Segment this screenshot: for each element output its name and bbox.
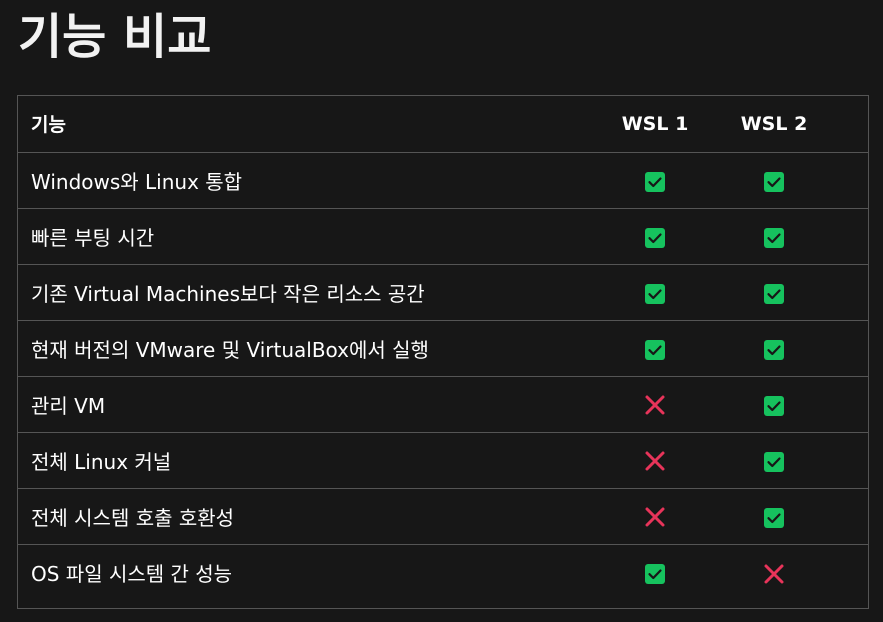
row-spacer: [834, 208, 868, 265]
wsl1-support-cell: [596, 264, 714, 321]
check-mark-icon: [645, 171, 665, 192]
check-mark-icon: [764, 451, 784, 472]
row-spacer: [834, 320, 868, 377]
feature-name: 기존 Virtual Machines보다 작은 리소스 공간: [18, 264, 596, 321]
page-title: 기능 비교: [18, 9, 212, 65]
feature-name: 전체 시스템 호출 호환성: [18, 488, 596, 545]
row-spacer: [834, 264, 868, 321]
row-spacer: [834, 488, 868, 545]
row-spacer: [834, 544, 868, 600]
check-mark-icon: [764, 395, 784, 416]
wsl1-support-cell: [596, 208, 714, 265]
row-spacer: [834, 376, 868, 433]
feature-name: 빠른 부팅 시간: [18, 208, 596, 265]
feature-name: 관리 VM: [18, 376, 596, 433]
check-mark-icon: [645, 283, 665, 304]
table-row: OS 파일 시스템 간 성능: [18, 544, 868, 600]
check-mark-icon: [764, 227, 784, 248]
check-mark-icon: [645, 339, 665, 360]
table-row: 기존 Virtual Machines보다 작은 리소스 공간: [18, 264, 868, 321]
feature-name: Windows와 Linux 통합: [18, 152, 596, 209]
wsl1-support-cell: [596, 320, 714, 377]
wsl1-support-cell: [596, 488, 714, 545]
wsl1-support-cell: [596, 152, 714, 209]
table-row: Windows와 Linux 통합: [18, 152, 868, 209]
cross-mark-icon: [644, 394, 666, 416]
header-wsl1: WSL 1: [596, 96, 714, 153]
table-row: 전체 Linux 커널: [18, 432, 868, 489]
table-row: 빠른 부팅 시간: [18, 208, 868, 265]
table-header-row: 기능 WSL 1 WSL 2: [18, 96, 868, 153]
check-mark-icon: [645, 227, 665, 248]
wsl1-support-cell: [596, 376, 714, 433]
wsl1-support-cell: [596, 544, 714, 600]
check-mark-icon: [764, 283, 784, 304]
check-mark-icon: [764, 339, 784, 360]
wsl2-support-cell: [714, 264, 834, 321]
wsl2-support-cell: [714, 320, 834, 377]
table-row: 관리 VM: [18, 376, 868, 433]
wsl1-support-cell: [596, 432, 714, 489]
wsl2-support-cell: [714, 376, 834, 433]
wsl2-support-cell: [714, 432, 834, 489]
wsl2-support-cell: [714, 208, 834, 265]
header-wsl2: WSL 2: [714, 96, 834, 153]
feature-name: 전체 Linux 커널: [18, 432, 596, 489]
cross-mark-icon: [763, 563, 785, 585]
row-spacer: [834, 432, 868, 489]
cross-mark-icon: [644, 450, 666, 472]
check-mark-icon: [764, 171, 784, 192]
feature-name: OS 파일 시스템 간 성능: [31, 561, 233, 586]
check-mark-icon: [764, 507, 784, 528]
wsl2-support-cell: [714, 152, 834, 209]
feature-name: 현재 버전의 VMware 및 VirtualBox에서 실행: [18, 320, 596, 377]
comparison-table: 기능 WSL 1 WSL 2 Windows와 Linux 통합 빠른 부팅 시간…: [17, 95, 869, 609]
wsl2-support-cell: [714, 544, 834, 600]
wsl2-support-cell: [714, 488, 834, 545]
table-row: 현재 버전의 VMware 및 VirtualBox에서 실행: [18, 320, 868, 377]
header-spacer: [834, 96, 868, 153]
check-mark-icon: [645, 563, 665, 584]
header-feature: 기능: [18, 96, 596, 153]
cross-mark-icon: [644, 506, 666, 528]
row-spacer: [834, 152, 868, 209]
table-row: 전체 시스템 호출 호환성: [18, 488, 868, 545]
